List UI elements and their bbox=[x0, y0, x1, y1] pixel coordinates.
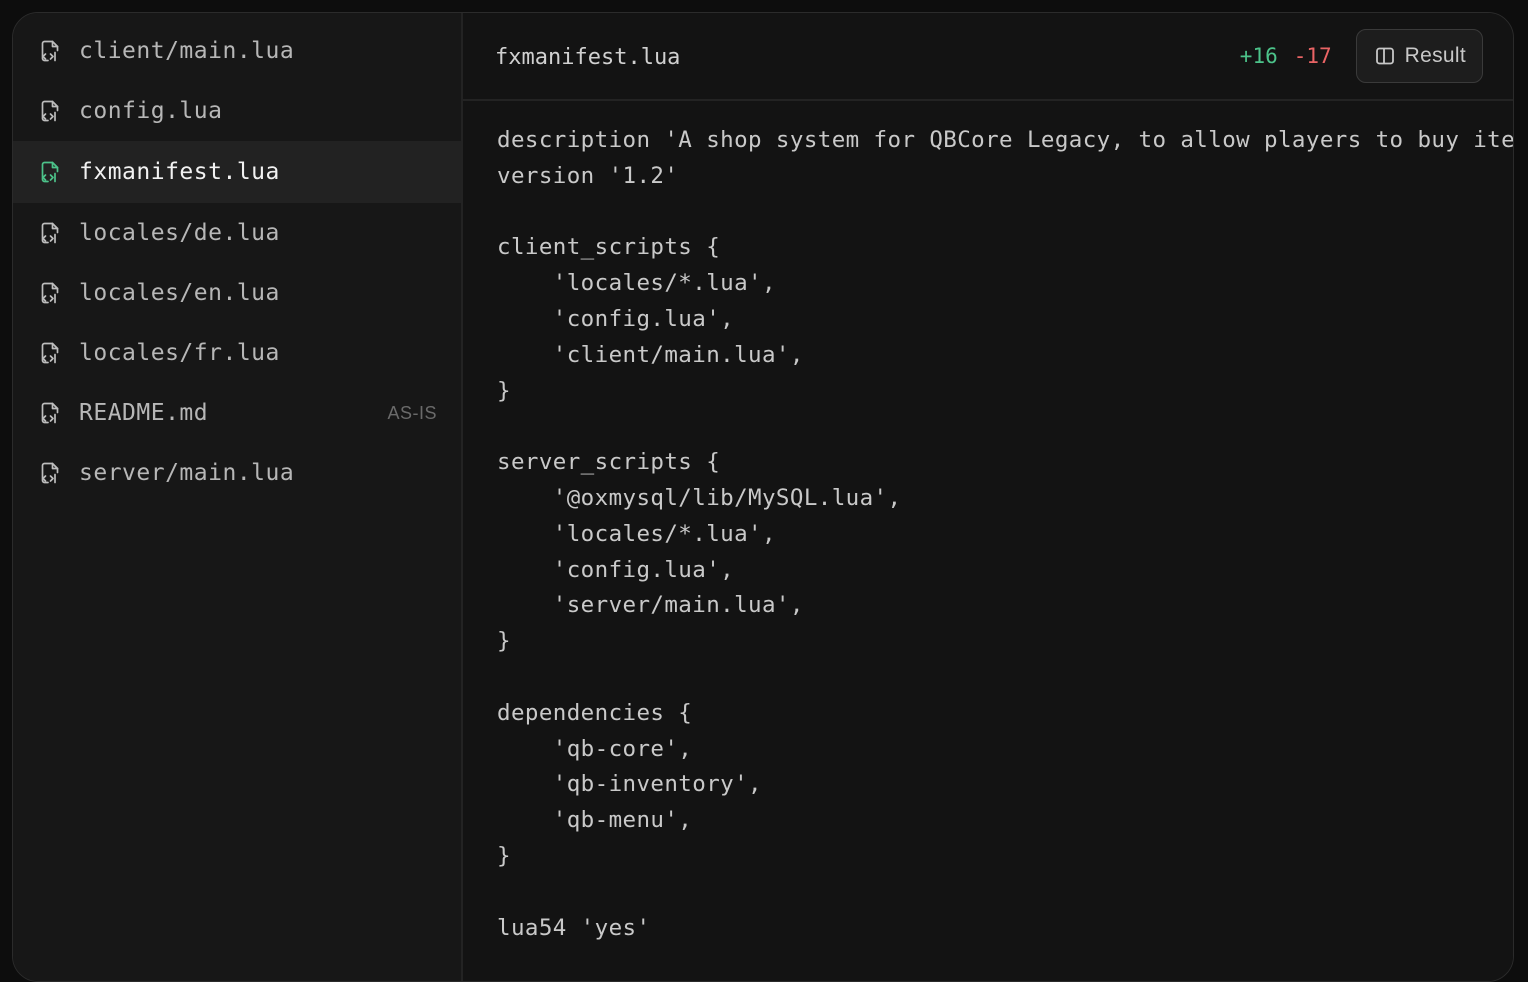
file-item-readme-md[interactable]: README.md AS-IS bbox=[13, 383, 461, 443]
file-item-config-lua[interactable]: config.lua bbox=[13, 81, 461, 141]
file-status-badge: AS-IS bbox=[387, 402, 437, 423]
file-code-icon bbox=[39, 461, 61, 485]
code-editor[interactable]: description 'A shop system for QBCore Le… bbox=[463, 103, 1513, 981]
editor-filename: fxmanifest.lua bbox=[495, 44, 681, 70]
file-item-fxmanifest-lua[interactable]: fxmanifest.lua bbox=[13, 141, 461, 203]
file-sidebar: client/main.lua config.lua fxmanifest.lua l… bbox=[13, 13, 463, 981]
diff-additions-count: +16 bbox=[1239, 44, 1278, 68]
file-item-label: locales/fr.lua bbox=[79, 340, 280, 366]
editor-header: fxmanifest.lua +16 -17 Result bbox=[463, 13, 1513, 101]
file-item-label: README.md bbox=[79, 400, 209, 426]
split-view-icon bbox=[1375, 46, 1405, 66]
file-code-icon bbox=[39, 221, 61, 245]
file-code-icon bbox=[39, 160, 61, 184]
file-code-icon bbox=[39, 39, 61, 63]
app-window: client/main.lua config.lua fxmanifest.lua l… bbox=[12, 12, 1514, 982]
file-code-icon bbox=[39, 341, 61, 365]
result-button[interactable]: Result bbox=[1355, 29, 1483, 83]
file-item-label: server/main.lua bbox=[79, 460, 295, 486]
file-item-label: client/main.lua bbox=[79, 38, 295, 64]
file-item-label: config.lua bbox=[79, 98, 223, 124]
file-item-label: locales/en.lua bbox=[79, 280, 280, 306]
file-code-icon bbox=[39, 401, 61, 425]
file-item-label: locales/de.lua bbox=[79, 220, 280, 246]
code-content: description 'A shop system for QBCore Le… bbox=[497, 127, 1513, 941]
diff-deletions-count: -17 bbox=[1293, 44, 1332, 68]
file-code-icon bbox=[39, 281, 61, 305]
file-item-label: fxmanifest.lua bbox=[79, 159, 280, 185]
file-code-icon bbox=[39, 99, 61, 123]
file-item-locales-de-lua[interactable]: locales/de.lua bbox=[13, 203, 461, 263]
result-button-label: Result bbox=[1404, 44, 1466, 67]
file-item-client-main-lua[interactable]: client/main.lua bbox=[13, 21, 461, 81]
file-item-locales-fr-lua[interactable]: locales/fr.lua bbox=[13, 323, 461, 383]
file-item-server-main-lua[interactable]: server/main.lua bbox=[13, 443, 461, 503]
file-item-locales-en-lua[interactable]: locales/en.lua bbox=[13, 263, 461, 323]
editor-panel: fxmanifest.lua +16 -17 Result descriptio… bbox=[463, 13, 1513, 981]
file-list: client/main.lua config.lua fxmanifest.lua l… bbox=[13, 13, 461, 503]
